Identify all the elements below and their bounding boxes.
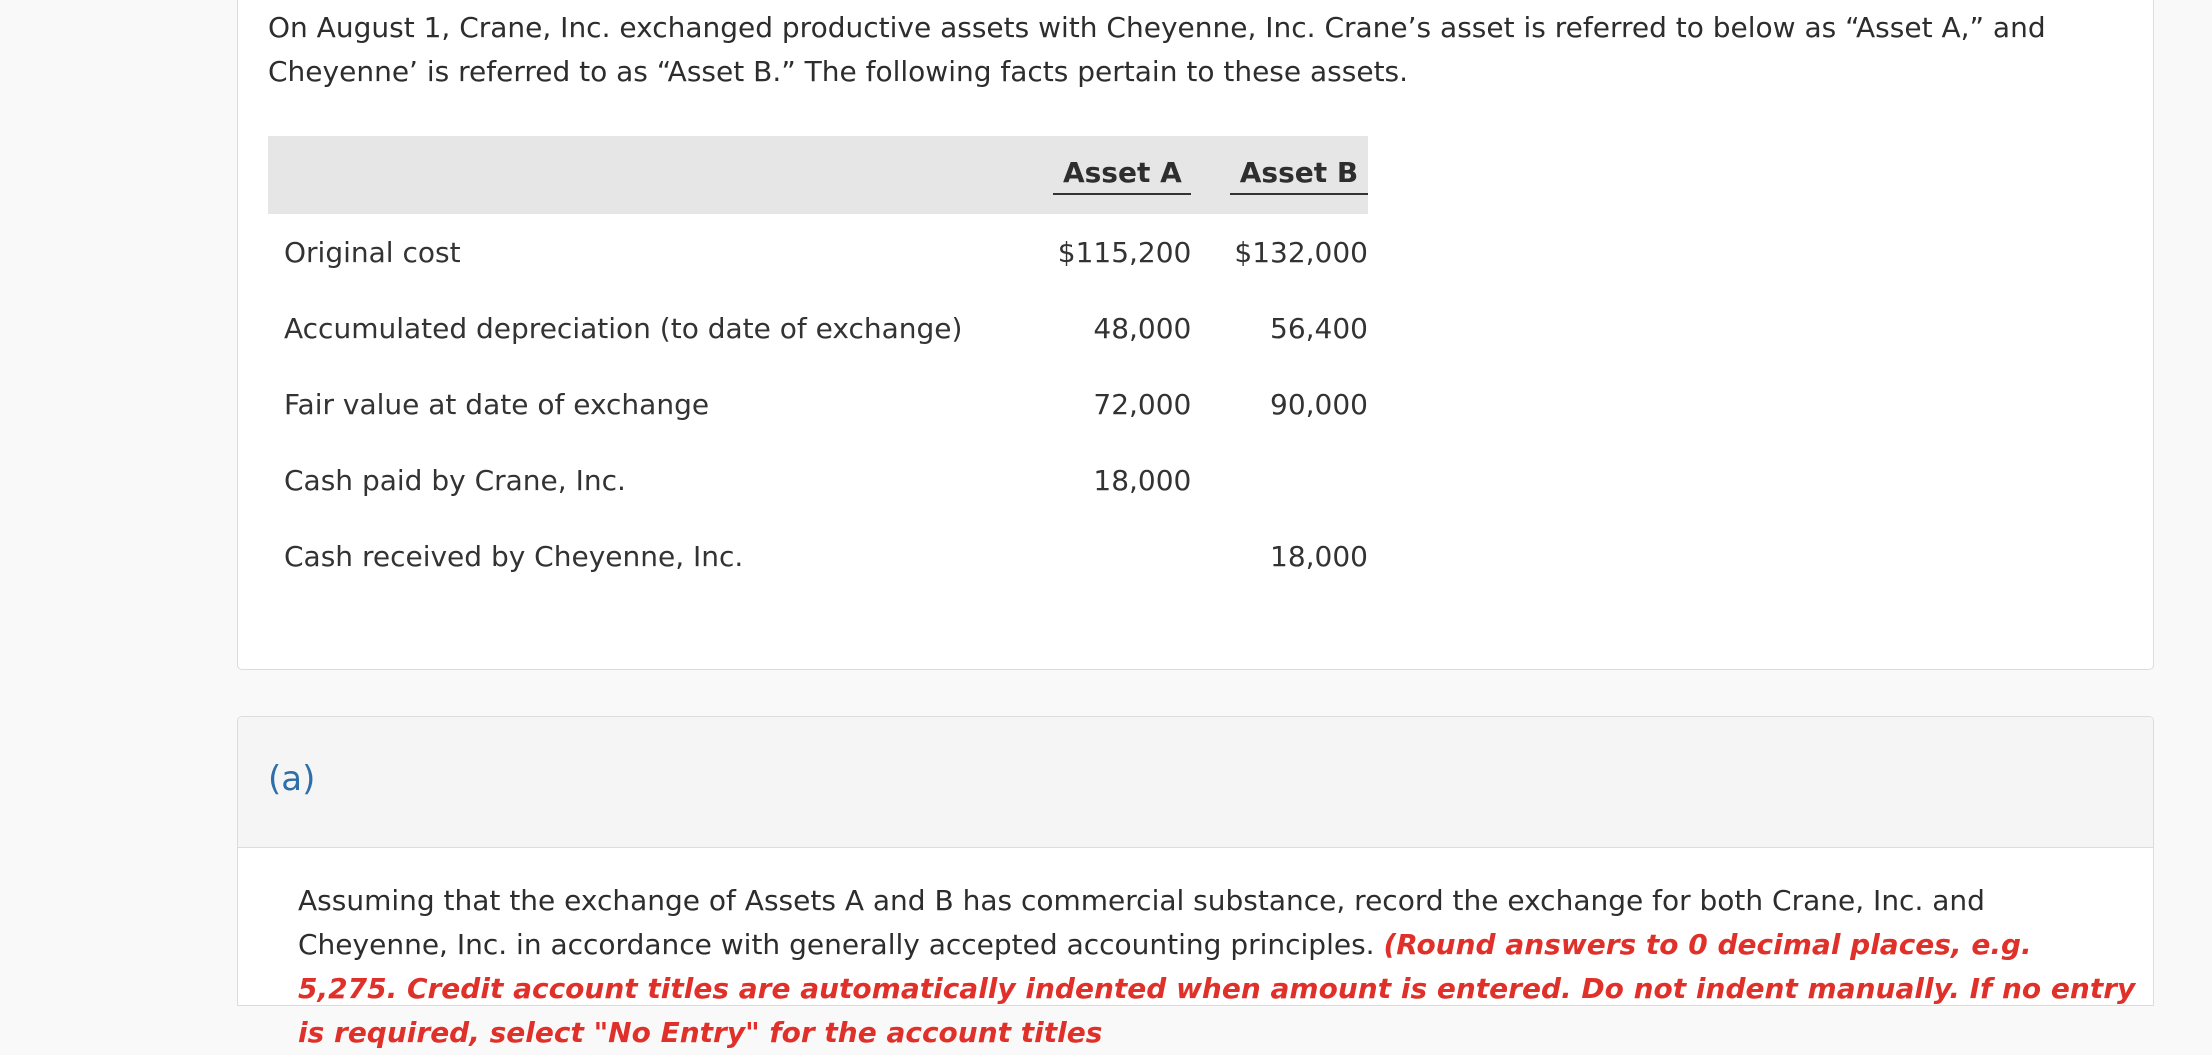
asset-b-value: 56,400 xyxy=(1270,311,1368,345)
part-a-label: (a) xyxy=(268,759,316,799)
asset-b-value: 90,000 xyxy=(1270,387,1368,421)
table-header-row: Asset A Asset B xyxy=(268,136,1368,214)
row-label: Accumulated depreciation (to date of exc… xyxy=(284,311,963,345)
row-label: Fair value at date of exchange xyxy=(284,387,710,421)
table-row: Accumulated depreciation (to date of exc… xyxy=(268,290,1368,366)
table-row: Fair value at date of exchange 72,000 90… xyxy=(268,366,1368,442)
problem-card: On August 1, Crane, Inc. exchanged produ… xyxy=(237,0,2154,670)
table-row: Original cost $115,200 $132,000 xyxy=(268,214,1368,290)
asset-b-value xyxy=(1191,442,1368,518)
header-asset-b: Asset B xyxy=(1191,136,1368,214)
asset-facts-table: Asset A Asset B Original cost $115,200 $… xyxy=(268,136,1368,594)
asset-a-value: 48,000 xyxy=(1093,311,1192,345)
table-row: Cash received by Cheyenne, Inc. 18,000 xyxy=(268,518,1368,594)
asset-a-value: $115,200 xyxy=(1057,235,1192,269)
asset-b-value: 18,000 xyxy=(1270,539,1368,573)
intro-text: On August 1, Crane, Inc. exchanged produ… xyxy=(268,11,2046,88)
header-asset-a: Asset A xyxy=(1014,136,1192,214)
row-label: Original cost xyxy=(284,235,461,269)
part-a-card: (a) Assuming that the exchange of Assets… xyxy=(237,716,2154,1049)
asset-a-value: 72,000 xyxy=(1093,387,1192,421)
row-label: Cash paid by Crane, Inc. xyxy=(284,463,626,497)
asset-b-value: $132,000 xyxy=(1234,235,1368,269)
asset-a-value xyxy=(1015,518,1192,594)
header-blank xyxy=(268,136,1015,214)
row-label: Cash received by Cheyenne, Inc. xyxy=(284,539,744,573)
part-a-header: (a) xyxy=(238,717,2153,848)
table-row: Cash paid by Crane, Inc. 18,000 xyxy=(268,442,1368,518)
asset-a-value: 18,000 xyxy=(1093,463,1192,497)
part-a-instructions: Assuming that the exchange of Assets A a… xyxy=(298,879,2138,1055)
